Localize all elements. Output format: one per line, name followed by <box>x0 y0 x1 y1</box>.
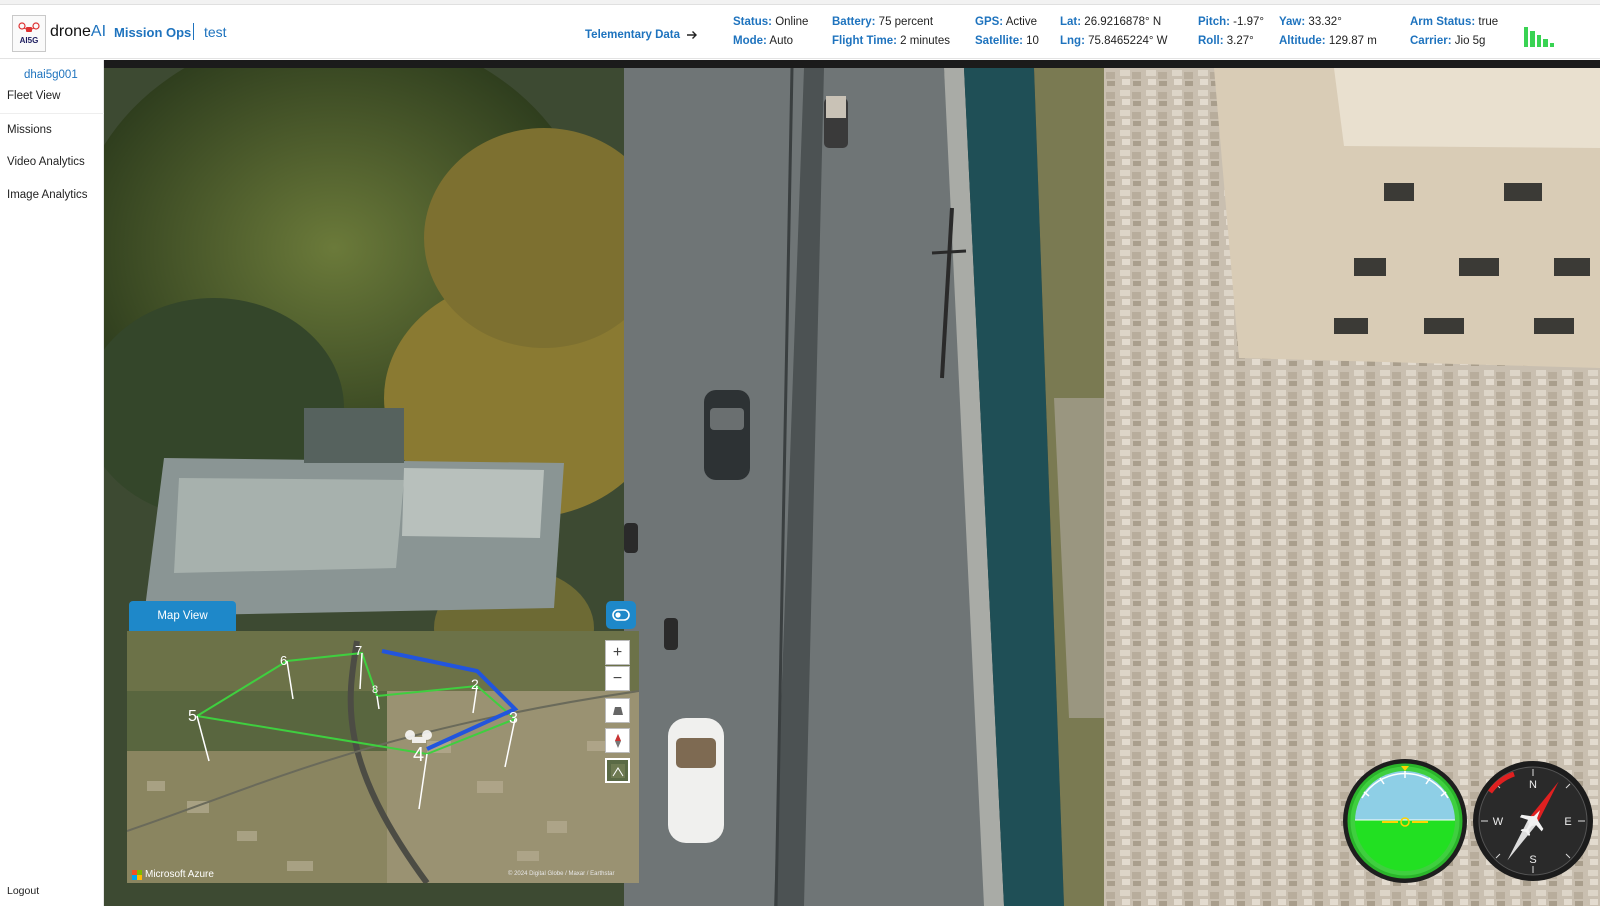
drone-id-label[interactable]: dhai5g001 <box>24 69 78 81</box>
sidebar: dhai5g001 Fleet View Missions Video Anal… <box>0 60 104 906</box>
toggle-icon <box>612 609 630 621</box>
mission-map[interactable]: 5 6 7 8 2 3 4 <box>127 631 639 883</box>
drone-logo-icon <box>18 22 40 32</box>
stat-key: Satellite: <box>975 35 1023 47</box>
stat-flight-time: Flight Time: 2 minutes <box>832 35 950 47</box>
top-header: AI5G droneAI Mission Ops test Telementar… <box>0 5 1600 59</box>
compass-needle-icon <box>614 733 621 748</box>
arrow-right-icon <box>687 31 698 39</box>
stat-key: GPS: <box>975 16 1004 28</box>
svg-text:S: S <box>1529 854 1536 866</box>
attitude-indicator-icon <box>1343 759 1467 883</box>
tab-map-view[interactable]: Map View <box>129 601 236 631</box>
stat-key: Roll: <box>1198 35 1224 47</box>
environment-label: test <box>204 24 227 40</box>
waypoint-label: 8 <box>372 684 378 696</box>
svg-text:E: E <box>1564 816 1571 828</box>
telemetry-data-link[interactable]: Telementary Data <box>585 29 698 41</box>
stat-value: 129.87 m <box>1328 35 1377 47</box>
stat-latitude: Lat: 26.9216878° N <box>1060 16 1161 28</box>
stat-value: 33.32° <box>1308 16 1342 28</box>
stat-key: Lng: <box>1060 35 1085 47</box>
stat-roll: Roll: 3.27° <box>1198 35 1254 47</box>
video-top-bar <box>104 60 1600 68</box>
waypoint-label: 3 <box>509 710 518 727</box>
satellite-map-canvas: 5 6 7 8 2 3 4 <box>127 631 639 883</box>
waypoint-label: 6 <box>280 653 287 668</box>
stat-key: Status: <box>733 16 772 28</box>
stat-value: Active <box>1005 16 1038 28</box>
pitch-icon <box>612 706 623 715</box>
waypoint-label: 4 <box>413 744 424 766</box>
svg-text:N: N <box>1529 779 1537 791</box>
stat-value: Auto <box>769 35 794 47</box>
sidebar-item-missions[interactable]: Missions <box>0 124 104 136</box>
stat-pitch: Pitch: -1.97° <box>1198 16 1264 28</box>
zoom-out-button[interactable]: − <box>605 666 630 691</box>
azure-attribution: Microsoft Azure <box>132 869 214 880</box>
stat-mode: Mode: Auto <box>733 35 793 47</box>
map-toggle-button[interactable] <box>606 601 636 629</box>
map-style-button[interactable] <box>605 758 630 783</box>
stat-value: Online <box>775 16 809 28</box>
stat-key: Altitude: <box>1279 35 1326 47</box>
pitch-control-button[interactable] <box>605 698 630 723</box>
brand-name-prefix: drone <box>50 23 91 40</box>
sidebar-item-video-analytics[interactable]: Video Analytics <box>0 156 104 168</box>
stat-key: Battery: <box>832 16 876 28</box>
azure-attribution-text: Microsoft Azure <box>145 869 214 880</box>
stat-value: 10 <box>1026 35 1039 47</box>
microsoft-logo-icon <box>132 869 142 880</box>
stat-carrier: Carrier: Jio 5g <box>1410 35 1485 47</box>
stat-battery: Battery: 75 percent <box>832 16 933 28</box>
stat-value: 3.27° <box>1226 35 1254 47</box>
compass-control-button[interactable] <box>605 728 630 753</box>
sidebar-item-fleet-view[interactable]: Fleet View <box>0 90 104 114</box>
stat-satellite: Satellite: 10 <box>975 35 1039 47</box>
stat-status: Status: Online <box>733 16 808 28</box>
stat-value: Jio 5g <box>1454 35 1486 47</box>
stat-key: Flight Time: <box>832 35 897 47</box>
signal-strength-icon <box>1524 25 1555 47</box>
brand-logo[interactable]: AI5G <box>12 15 46 52</box>
waypoint-label: 7 <box>355 643 362 658</box>
sidebar-item-image-analytics[interactable]: Image Analytics <box>0 189 104 201</box>
waypoint-label: 5 <box>188 708 197 725</box>
stat-value: true <box>1478 16 1499 28</box>
compass-heading-icon: N S E W <box>1473 761 1593 881</box>
stat-value: 2 minutes <box>900 35 951 47</box>
logo-text: AI5G <box>19 36 39 45</box>
zoom-in-button[interactable]: + <box>605 640 630 665</box>
svg-text:W: W <box>1493 816 1504 828</box>
telemetry-link-label: Telementary Data <box>585 29 681 41</box>
stat-longitude: Lng: 75.8465224° W <box>1060 35 1168 47</box>
brand-subtitle: Mission Ops <box>114 25 192 40</box>
stat-gps: GPS: Active <box>975 16 1037 28</box>
stat-arm-status: Arm Status: true <box>1410 16 1498 28</box>
logout-link[interactable]: Logout <box>7 885 39 897</box>
brand-name-suffix: AI <box>90 23 107 40</box>
stat-key: Arm Status: <box>1410 16 1476 28</box>
stat-value: -1.97° <box>1233 16 1264 28</box>
map-copyright: © 2024 Digital Globe / Maxar / Earthstar <box>508 871 615 877</box>
stat-value: 75.8465224° W <box>1088 35 1168 47</box>
brand-separator <box>193 23 194 40</box>
stat-key: Lat: <box>1060 16 1082 28</box>
stat-key: Mode: <box>733 35 767 47</box>
brand-name: droneAI <box>50 23 106 41</box>
map-style-icon <box>610 763 625 778</box>
waypoint-label: 2 <box>471 676 479 692</box>
stat-key: Pitch: <box>1198 16 1230 28</box>
stat-yaw: Yaw: 33.32° <box>1279 16 1342 28</box>
stat-key: Yaw: <box>1279 16 1306 28</box>
stat-altitude: Altitude: 129.87 m <box>1279 35 1377 47</box>
stat-value: 26.9216878° N <box>1084 16 1162 28</box>
stat-key: Carrier: <box>1410 35 1452 47</box>
stat-value: 75 percent <box>878 16 934 28</box>
